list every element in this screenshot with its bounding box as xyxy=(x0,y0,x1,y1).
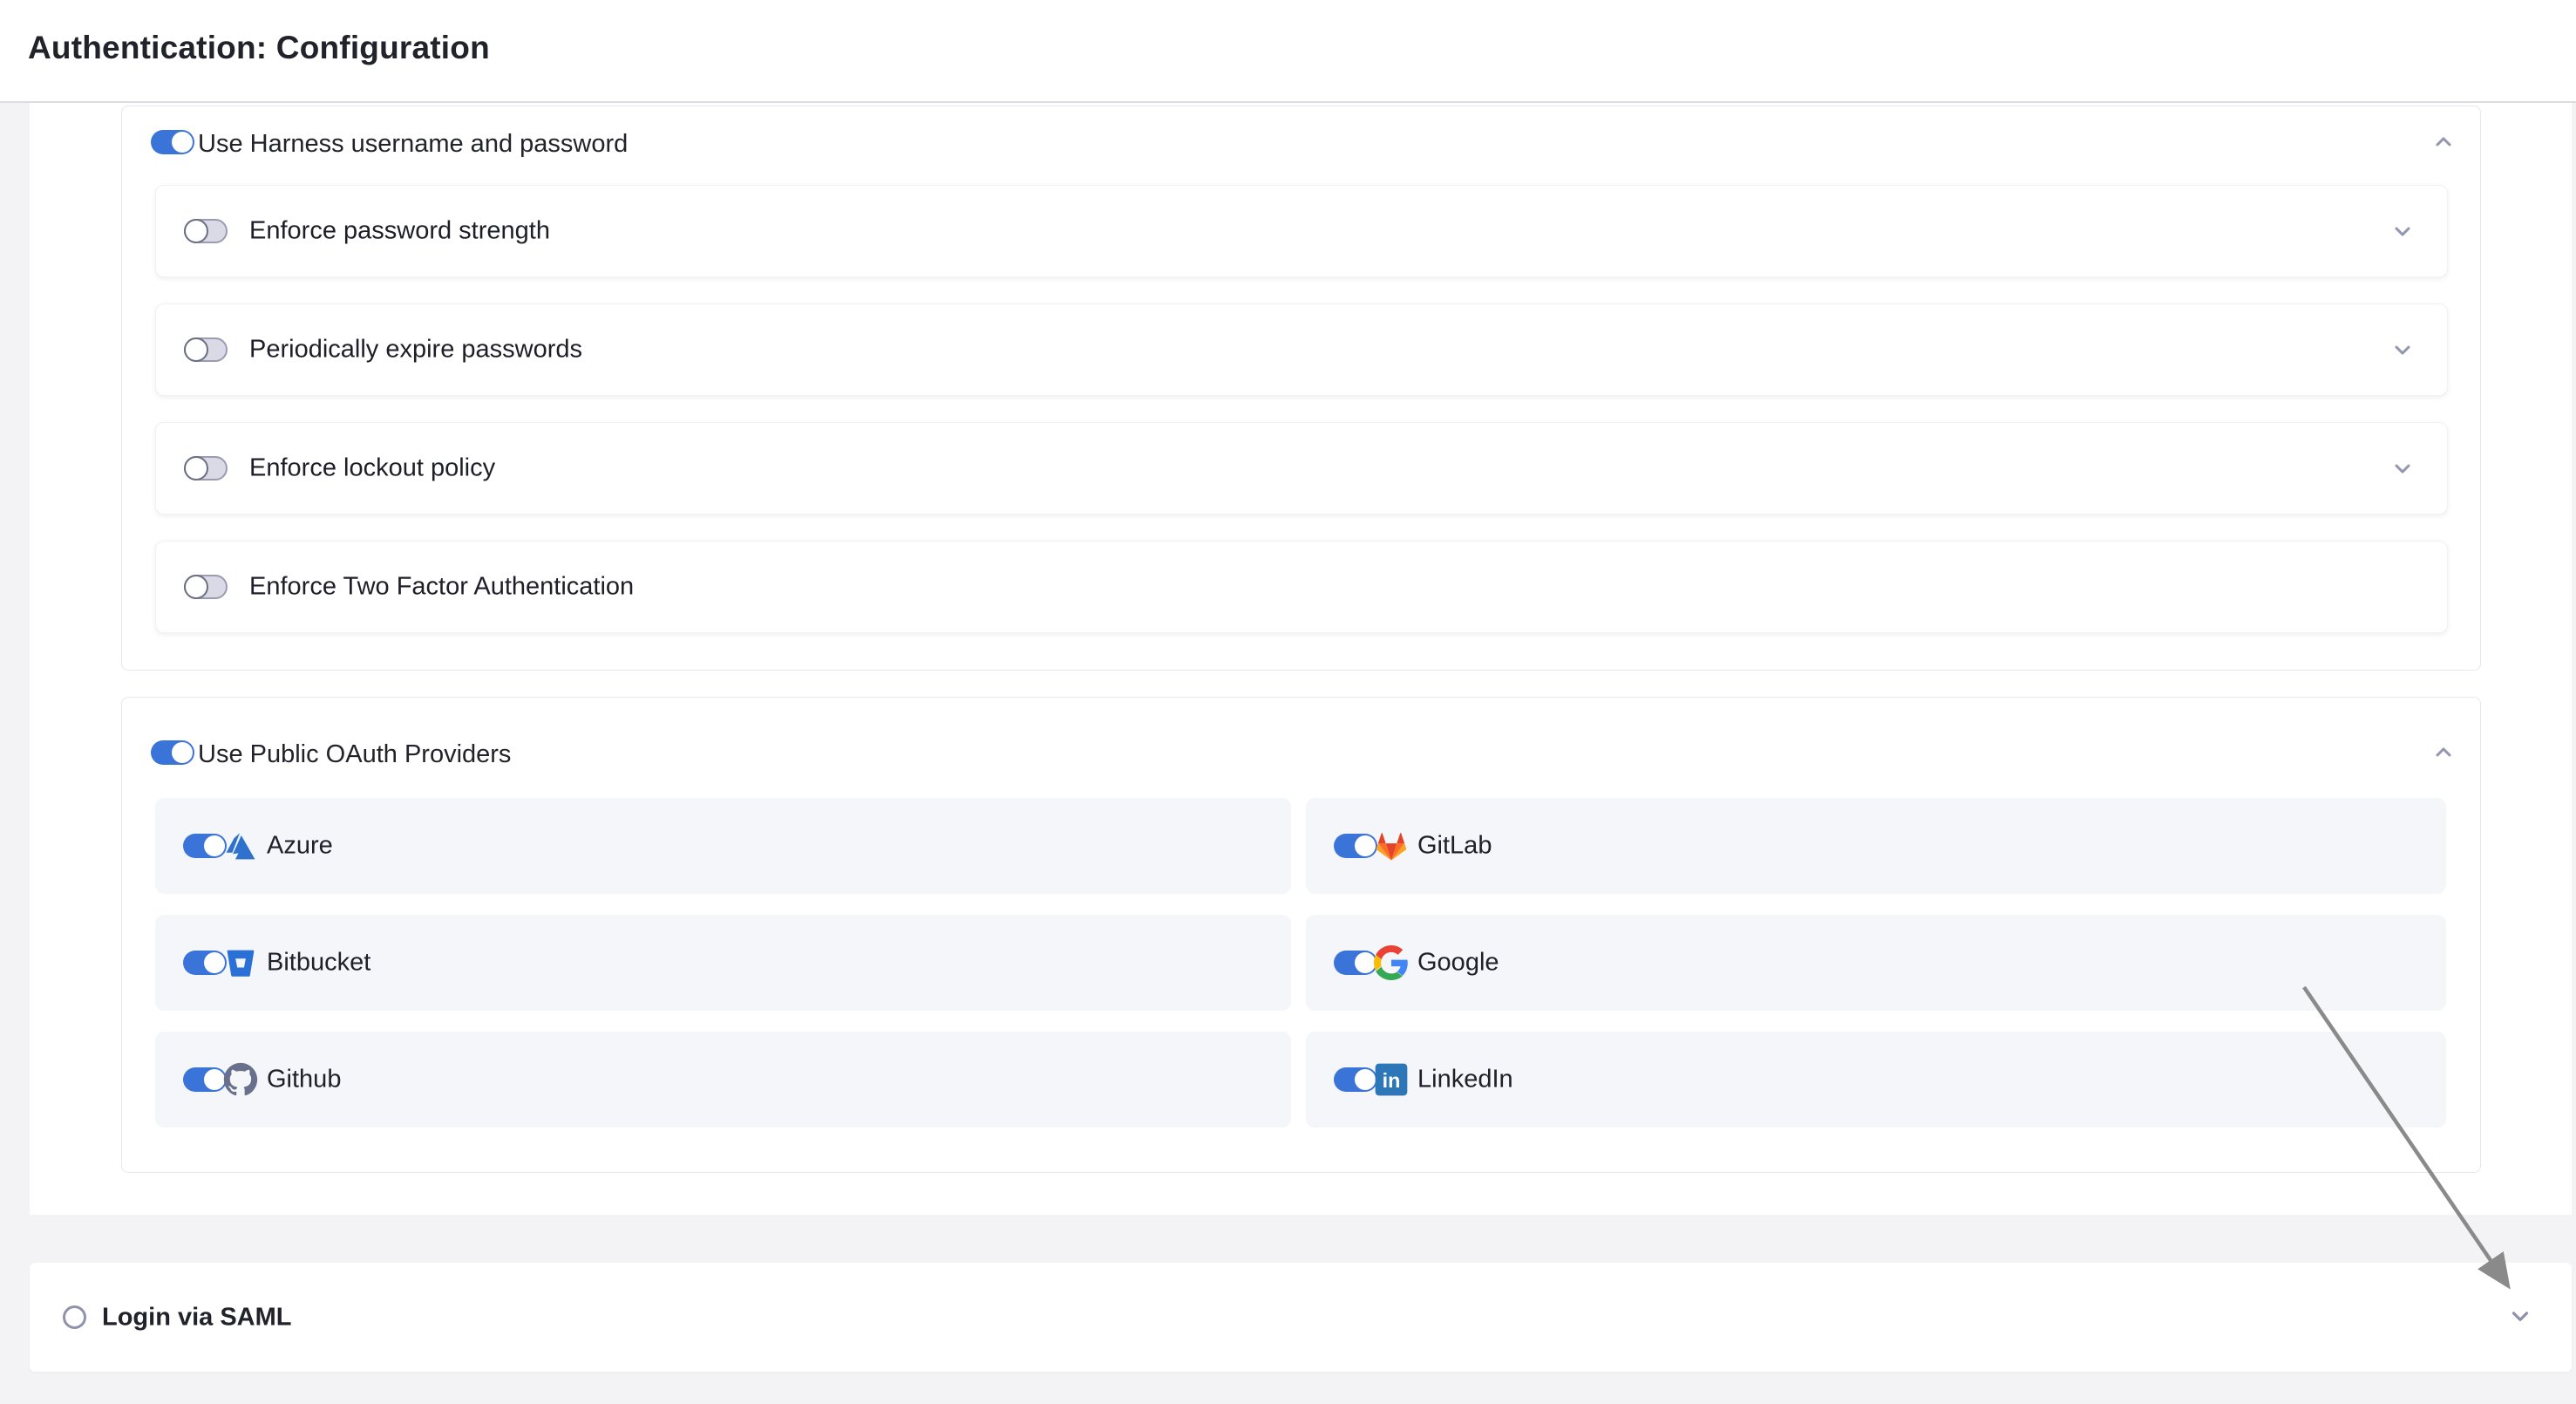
toggle-knob xyxy=(1355,835,1376,856)
google-icon xyxy=(1374,945,1409,980)
provider-card-github: Github xyxy=(155,1032,1291,1128)
toggle-knob xyxy=(1355,952,1376,973)
policy-row-expire-passwords[interactable]: Periodically expire passwords xyxy=(155,303,2448,396)
provider-label: GitLab xyxy=(1417,832,1492,861)
toggle-knob xyxy=(204,835,225,856)
policy-row-two-factor-auth[interactable]: Enforce Two Factor Authentication xyxy=(155,541,2448,633)
oauth-providers-toggle[interactable] xyxy=(151,740,194,765)
gitlab-icon xyxy=(1374,828,1409,863)
toggle-knob xyxy=(1355,1069,1376,1090)
page-title: Authentication: Configuration xyxy=(28,30,490,66)
oauth-section-collapse-chevron-up-icon[interactable] xyxy=(2431,740,2456,765)
azure-icon xyxy=(223,828,258,863)
harness-password-section: Use Harness username and password Enforc… xyxy=(121,106,2481,671)
password-strength-toggle[interactable] xyxy=(184,219,228,243)
saml-login-section[interactable]: Login via SAML xyxy=(30,1263,2572,1372)
toggle-knob xyxy=(184,219,208,243)
linkedin-icon: in xyxy=(1374,1062,1409,1097)
toggle-knob xyxy=(172,132,193,153)
chevron-down-icon[interactable] xyxy=(2390,456,2415,480)
saml-expand-chevron-down-icon[interactable] xyxy=(2507,1303,2532,1327)
google-toggle[interactable] xyxy=(1334,951,1377,975)
azure-toggle[interactable] xyxy=(183,834,227,858)
toggle-knob xyxy=(184,575,208,599)
github-toggle[interactable] xyxy=(183,1067,227,1092)
oauth-providers-section: Use Public OAuth Providers Azure xyxy=(121,697,2481,1173)
chevron-down-icon[interactable] xyxy=(2390,337,2415,362)
two-factor-auth-toggle[interactable] xyxy=(184,575,228,599)
auth-settings-panel: Use Harness username and password Enforc… xyxy=(30,103,2572,1215)
bitbucket-icon xyxy=(223,945,258,980)
saml-radio-button[interactable] xyxy=(63,1305,86,1329)
provider-card-gitlab: GitLab xyxy=(1306,798,2446,894)
policy-row-password-strength[interactable]: Enforce password strength xyxy=(155,185,2448,277)
page-header: Authentication: Configuration xyxy=(0,0,2576,103)
linkedin-toggle[interactable] xyxy=(1334,1067,1377,1092)
toggle-knob xyxy=(184,456,208,480)
oauth-providers-label: Use Public OAuth Providers xyxy=(198,740,511,769)
provider-label: Azure xyxy=(267,832,333,861)
policy-label: Periodically expire passwords xyxy=(249,336,582,365)
expire-passwords-toggle[interactable] xyxy=(184,337,228,362)
toggle-knob xyxy=(172,742,193,763)
harness-section-collapse-chevron-up-icon[interactable] xyxy=(2431,130,2456,154)
policy-label: Enforce Two Factor Authentication xyxy=(249,573,634,602)
toggle-knob xyxy=(204,952,225,973)
provider-label: Google xyxy=(1417,949,1499,978)
github-icon xyxy=(223,1062,258,1097)
chevron-down-icon[interactable] xyxy=(2390,219,2415,243)
lockout-policy-toggle[interactable] xyxy=(184,456,228,480)
harness-password-toggle[interactable] xyxy=(151,130,194,154)
provider-card-linkedin: in LinkedIn xyxy=(1306,1032,2446,1128)
provider-label: Github xyxy=(267,1066,341,1094)
gitlab-toggle[interactable] xyxy=(1334,834,1377,858)
provider-card-google: Google xyxy=(1306,915,2446,1011)
provider-label: LinkedIn xyxy=(1417,1066,1513,1094)
harness-password-label: Use Harness username and password xyxy=(198,130,628,159)
toggle-knob xyxy=(204,1069,225,1090)
saml-label: Login via SAML xyxy=(102,1303,292,1332)
svg-text:in: in xyxy=(1383,1069,1401,1092)
policy-row-lockout-policy[interactable]: Enforce lockout policy xyxy=(155,422,2448,515)
toggle-knob xyxy=(184,337,208,362)
policy-label: Enforce lockout policy xyxy=(249,454,495,483)
bitbucket-toggle[interactable] xyxy=(183,951,227,975)
provider-label: Bitbucket xyxy=(267,949,370,978)
provider-card-azure: Azure xyxy=(155,798,1291,894)
policy-label: Enforce password strength xyxy=(249,217,550,246)
provider-card-bitbucket: Bitbucket xyxy=(155,915,1291,1011)
